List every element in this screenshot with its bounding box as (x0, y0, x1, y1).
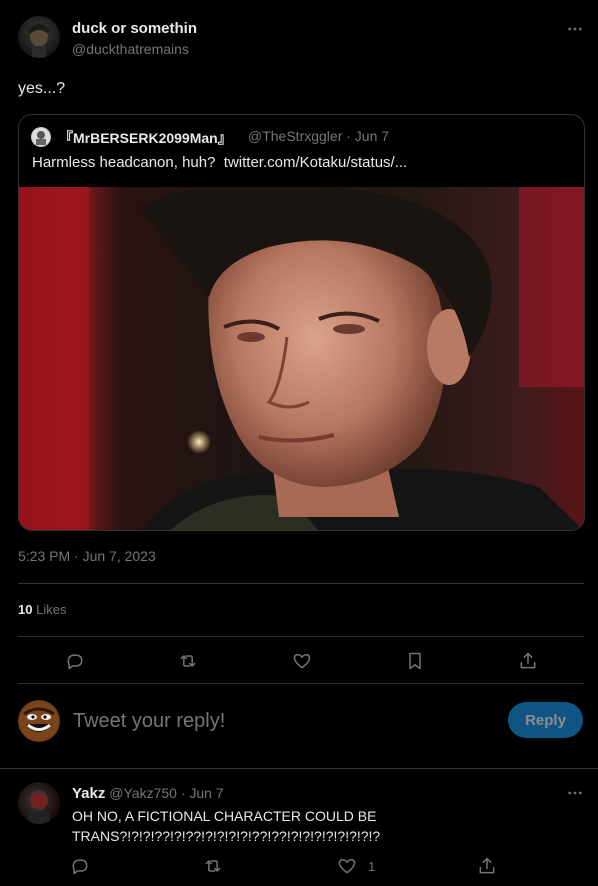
retweet-icon[interactable] (177, 650, 199, 672)
reply-date[interactable]: · Jun 7 (181, 785, 224, 801)
reply-share-icon[interactable] (477, 856, 497, 876)
quoted-link[interactable]: twitter.com/Kotaku/status/... (224, 154, 407, 171)
reply-header: Yakz @Yakz750 · Jun 7 (72, 785, 224, 802)
current-user-avatar[interactable] (18, 700, 60, 742)
quoted-text: Harmless headcanon, huh? (32, 154, 216, 171)
composer-divider (0, 768, 598, 769)
reply-text: OH NO, A FICTIONAL CHARACTER COULD BE TR… (72, 806, 380, 846)
like-icon[interactable] (291, 650, 313, 672)
more-options-icon[interactable] (564, 18, 586, 40)
quoted-handle: @TheStrxggler (248, 128, 343, 144)
reply-retweet-icon[interactable] (203, 856, 223, 876)
reply-handle[interactable]: @Yakz750 (109, 785, 177, 801)
quoted-meta: @TheStrxggler · Jun 7 (248, 128, 389, 144)
quoted-display-name: 『MrBERSERK2099Man』 (59, 130, 232, 146)
quoted-date: · Jun 7 (346, 128, 390, 144)
likes-count: 10 (18, 602, 33, 617)
reply-icon[interactable] (64, 650, 86, 672)
divider-1 (18, 583, 584, 584)
likes-row[interactable]: 10 Likes (18, 602, 66, 617)
quoted-tweet-card[interactable]: 『MrBERSERK2099Man』 @TheStrxggler · Jun 7… (18, 114, 585, 531)
reply-like-icon[interactable] (337, 856, 357, 876)
reply-more-options-icon[interactable] (564, 782, 586, 804)
quoted-text-line: Harmless headcanon, huh? twitter.com/Kot… (32, 154, 407, 171)
tweet-timestamp[interactable]: 5:23 PM · Jun 7, 2023 (18, 548, 156, 564)
author-handle[interactable]: @duckthatremains (72, 41, 189, 57)
portrait-illustration (19, 187, 584, 530)
bookmark-icon[interactable] (404, 650, 426, 672)
likes-label: Likes (36, 602, 67, 617)
reply-button[interactable]: Reply (508, 702, 583, 738)
author-display-name[interactable]: duck or somethin (72, 20, 197, 37)
tweet-text: yes...? (18, 80, 66, 97)
quoted-media-image[interactable] (19, 187, 584, 530)
reply-author-avatar[interactable] (18, 782, 60, 824)
quoted-author-avatar (31, 127, 51, 147)
author-avatar[interactable] (18, 16, 60, 58)
divider-3 (18, 683, 584, 684)
divider-2 (18, 636, 584, 637)
reply-text-line-2: TRANS?!?!?!??!?!??!?!?!?!?!??!??!?!?!?!?… (72, 828, 381, 844)
reply-reply-icon[interactable] (70, 856, 90, 876)
reply-text-line-1: OH NO, A FICTIONAL CHARACTER COULD BE (72, 808, 377, 824)
reply-input[interactable] (73, 706, 473, 736)
share-icon[interactable] (517, 650, 539, 672)
reply-display-name[interactable]: Yakz (72, 785, 105, 802)
reply-like-count: 1 (368, 859, 376, 874)
